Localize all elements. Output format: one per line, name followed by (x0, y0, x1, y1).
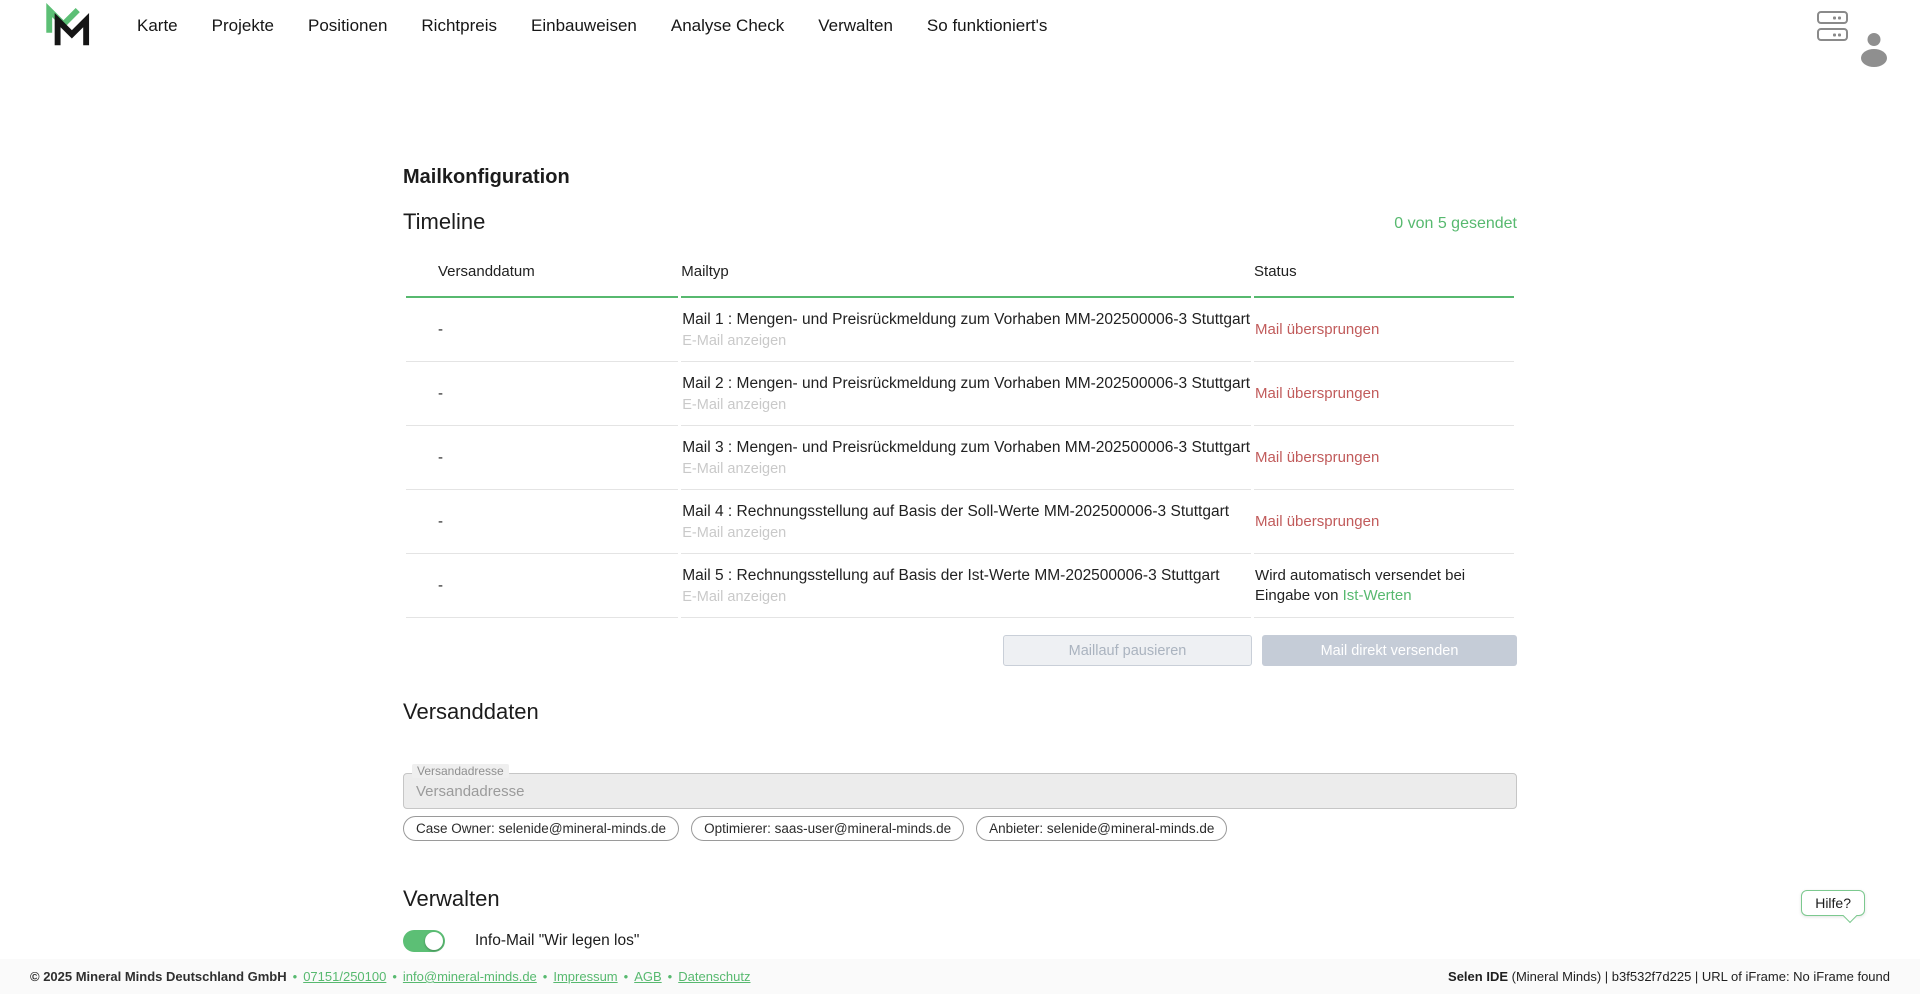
status-cell: Mail übersprungen (1254, 426, 1514, 490)
versandadresse-input[interactable] (403, 773, 1517, 809)
ide-name: Selen IDE (1448, 969, 1508, 984)
table-row: - Mail 5 : Rechnungsstellung auf Basis d… (406, 554, 1514, 618)
nav-item[interactable]: Verwalten (801, 16, 910, 36)
mailtyp-cell: Mail 1 : Mengen- und Preisrückmeldung zu… (681, 298, 1251, 362)
footer-link[interactable]: AGB (634, 969, 661, 984)
column-header-mailtyp: Mailtyp (681, 249, 1251, 298)
header-actions (1817, 11, 1920, 41)
mail-title: Mail 4 : Rechnungsstellung auf Basis der… (682, 502, 1250, 522)
hilfe-label: Hilfe? (1815, 895, 1851, 911)
table-row: - Mail 1 : Mengen- und Preisrückmeldung … (406, 298, 1514, 362)
nav-item[interactable]: Einbauweisen (514, 16, 654, 36)
table-row: - Mail 4 : Rechnungsstellung auf Basis d… (406, 490, 1514, 554)
footer-link[interactable]: Datenschutz (678, 969, 750, 984)
mineral-minds-logo-icon[interactable] (40, 3, 92, 49)
nav-item[interactable]: Richtpreis (404, 16, 514, 36)
nav-item[interactable]: Karte (120, 16, 195, 36)
mail-title: Mail 2 : Mengen- und Preisrückmeldung zu… (682, 374, 1250, 394)
status-text: Mail übersprungen (1255, 320, 1513, 340)
hilfe-button[interactable]: Hilfe? (1801, 890, 1865, 916)
timeline-actions: Maillauf pausieren Mail direkt versenden (403, 635, 1517, 666)
mail-title: Mail 5 : Rechnungsstellung auf Basis der… (682, 566, 1250, 586)
versanddatum-cell: - (406, 554, 678, 618)
footer-separator: • (624, 969, 629, 984)
nav-item[interactable]: Projekte (195, 16, 291, 36)
mailtyp-cell: Mail 3 : Mengen- und Preisrückmeldung zu… (681, 426, 1251, 490)
sent-counter-badge: 0 von 5 gesendet (1394, 215, 1517, 235)
status-cell: Mail übersprungen (1254, 490, 1514, 554)
footer-environment-info: Selen IDE (Mineral Minds) | b3f532f7d225… (1448, 969, 1890, 984)
footer-link[interactable]: info@mineral-minds.de (403, 969, 537, 984)
info-mail-toggle-row: Info-Mail "Wir legen los" (403, 930, 1517, 952)
speech-bubble-tail-icon (1843, 909, 1857, 923)
timeline-heading: Timeline (403, 209, 485, 235)
app-header: KarteProjektePositionenRichtpreisEinbauw… (0, 0, 1920, 52)
recipient-chip: Case Owner: selenide@mineral-minds.de (403, 816, 679, 841)
versanddatum-cell: - (406, 362, 678, 426)
nav-item[interactable]: Analyse Check (654, 16, 801, 36)
email-anzeigen-link[interactable]: E-Mail anzeigen (682, 461, 786, 477)
email-anzeigen-link[interactable]: E-Mail anzeigen (682, 525, 786, 541)
footer-link[interactable]: Impressum (553, 969, 617, 984)
status-text: Wird automatisch versendet bei Eingabe v… (1255, 566, 1513, 606)
column-header-versanddatum: Versanddatum (406, 249, 678, 298)
status-text: Mail übersprungen (1255, 448, 1513, 468)
recipient-chips: Case Owner: selenide@mineral-minds.de Opt… (403, 816, 1517, 841)
status-cell: Wird automatisch versendet bei Eingabe v… (1254, 554, 1514, 618)
email-anzeigen-link[interactable]: E-Mail anzeigen (682, 589, 786, 605)
status-text: Mail übersprungen (1255, 512, 1513, 532)
timeline-section-head: Timeline 0 von 5 gesendet (403, 209, 1517, 235)
footer: © 2025 Mineral Minds Deutschland GmbH • 07… (0, 959, 1920, 994)
ide-details: (Mineral Minds) | b3f532f7d225 | URL of … (1508, 969, 1890, 984)
status-text: Mail übersprungen (1255, 384, 1513, 404)
table-header-row: Versanddatum Mailtyp Status (406, 249, 1514, 298)
main-content: Mailkonfiguration Timeline 0 von 5 gesen… (403, 166, 1517, 952)
nav-item[interactable]: Positionen (291, 16, 404, 36)
server-icon-glyph (1817, 11, 1848, 41)
table-row: - Mail 2 : Mengen- und Preisrückmeldung … (406, 362, 1514, 426)
verwalten-heading: Verwalten (403, 886, 1517, 912)
nav-item[interactable]: So funktioniert's (910, 16, 1064, 36)
copyright-text: © 2025 Mineral Minds Deutschland GmbH (30, 969, 287, 984)
ist-werten-link[interactable]: Ist-Werten (1343, 587, 1412, 604)
mailtyp-cell: Mail 2 : Mengen- und Preisrückmeldung zu… (681, 362, 1251, 426)
footer-separator: • (293, 969, 298, 984)
footer-separator: • (392, 969, 397, 984)
versanddaten-heading: Versanddaten (403, 699, 1517, 725)
timeline-table: Versanddatum Mailtyp Status - Mail 1 : M… (403, 249, 1517, 618)
status-cell: Mail übersprungen (1254, 298, 1514, 362)
footer-separator: • (543, 969, 548, 984)
recipient-chip: Optimierer: saas-user@mineral-minds.de (691, 816, 964, 841)
versandadresse-field: Versandadresse (403, 773, 1517, 809)
versanddatum-cell: - (406, 490, 678, 554)
versandadresse-label: Versandadresse (412, 764, 509, 778)
footer-left: © 2025 Mineral Minds Deutschland GmbH • 07… (30, 969, 751, 984)
mailtyp-cell: Mail 5 : Rechnungsstellung auf Basis der… (681, 554, 1251, 618)
versanddatum-cell: - (406, 298, 678, 362)
mail-title: Mail 3 : Mengen- und Preisrückmeldung zu… (682, 438, 1250, 458)
email-anzeigen-link[interactable]: E-Mail anzeigen (682, 333, 786, 349)
footer-separator: • (668, 969, 673, 984)
mailtyp-cell: Mail 4 : Rechnungsstellung auf Basis der… (681, 490, 1251, 554)
versanddatum-cell: - (406, 426, 678, 490)
column-header-status: Status (1254, 249, 1514, 298)
status-cell: Mail übersprungen (1254, 362, 1514, 426)
logo-glyph (40, 3, 92, 49)
mail-title: Mail 1 : Mengen- und Preisrückmeldung zu… (682, 310, 1250, 330)
info-mail-toggle-label: Info-Mail "Wir legen los" (475, 932, 639, 950)
recipient-chip: Anbieter: selenide@mineral-minds.de (976, 816, 1227, 841)
email-anzeigen-link[interactable]: E-Mail anzeigen (682, 397, 786, 413)
main-nav: KarteProjektePositionenRichtpreisEinbauw… (120, 16, 1064, 36)
table-row: - Mail 3 : Mengen- und Preisrückmeldung … (406, 426, 1514, 490)
mail-direkt-versenden-button[interactable]: Mail direkt versenden (1262, 635, 1517, 666)
maillauf-pausieren-button[interactable]: Maillauf pausieren (1003, 635, 1252, 666)
server-icon[interactable] (1817, 11, 1848, 41)
footer-link[interactable]: 07151/250100 (303, 969, 386, 984)
page-title: Mailkonfiguration (403, 166, 1517, 189)
info-mail-toggle[interactable] (403, 930, 445, 952)
